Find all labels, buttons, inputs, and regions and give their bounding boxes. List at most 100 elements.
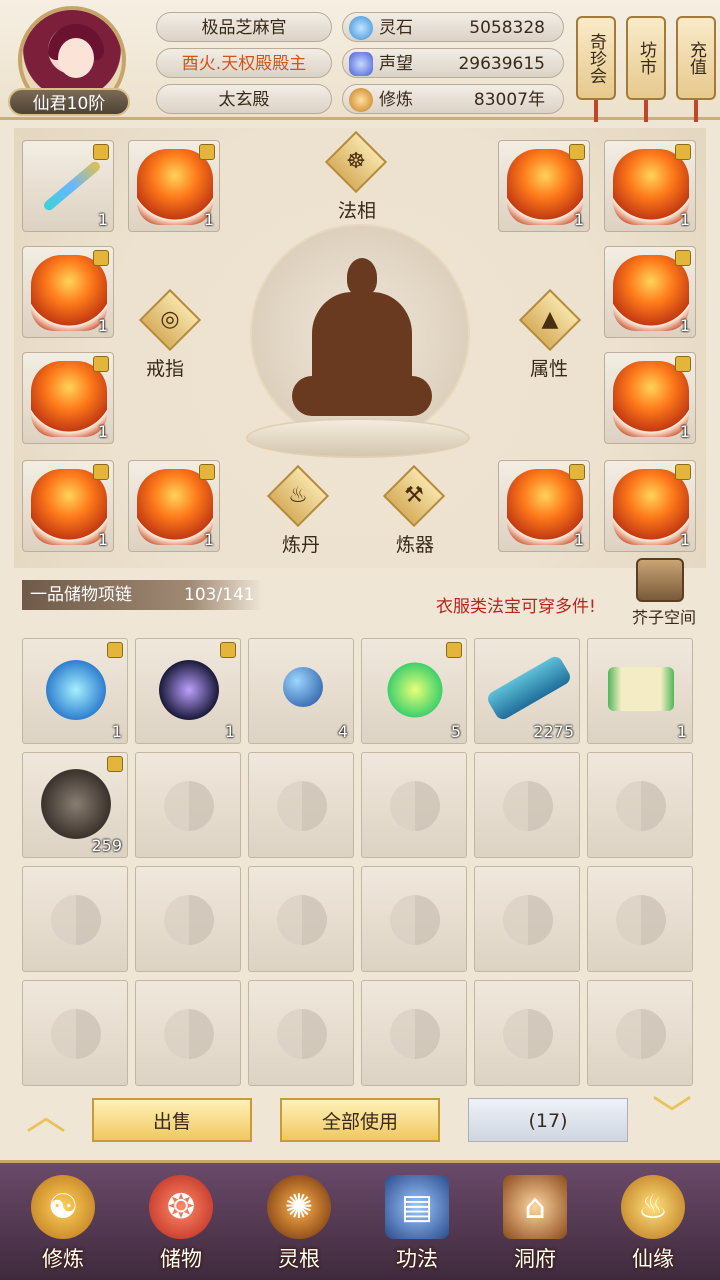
sell-button[interactable]: 出售 — [92, 1098, 252, 1142]
empty-cell[interactable] — [361, 752, 467, 858]
item-count: 1 — [573, 530, 584, 549]
empty-cell[interactable] — [135, 980, 241, 1086]
empty-cell[interactable] — [474, 866, 580, 972]
robe-icon — [507, 469, 583, 545]
stat-value: 83007年 — [473, 90, 545, 110]
attributes-label: 属性 — [530, 358, 569, 380]
stat-label: 声望 — [379, 54, 413, 74]
avatar-face — [58, 38, 94, 78]
lock-icon — [675, 464, 691, 480]
meditation-silhouette — [292, 258, 432, 428]
equip-slot[interactable]: 1 — [498, 460, 590, 552]
inventory-cell[interactable]: 1 — [22, 638, 128, 744]
page-down-icon[interactable]: ﹀ — [644, 1096, 700, 1136]
lock-icon — [675, 356, 691, 372]
empty-cell[interactable] — [361, 980, 467, 1086]
empty-cell[interactable] — [22, 980, 128, 1086]
inventory-cell[interactable]: 5 — [361, 638, 467, 744]
empty-cell[interactable] — [474, 980, 580, 1086]
yin-yang-icon — [390, 781, 440, 831]
inventory-cell[interactable]: 1 — [587, 638, 693, 744]
dharma-form-button[interactable]: ☸ — [324, 130, 388, 194]
equip-slot[interactable]: 1 — [498, 140, 590, 232]
item-count: 1 — [679, 422, 690, 441]
recharge-button[interactable]: 充值 — [676, 16, 716, 100]
lock-icon — [675, 144, 691, 160]
nav-techniques[interactable]: ▤ 功法 — [362, 1171, 472, 1279]
top-bar: 仙君10阶 极品芝麻官 酉火.天权殿殿主 太玄殿 灵石 5058328 声望 2… — [0, 0, 720, 122]
equip-slot[interactable]: 1 — [22, 460, 114, 552]
empty-cell[interactable] — [248, 752, 354, 858]
item-count: 1 — [679, 530, 690, 549]
attributes-button[interactable]: ▲ — [518, 288, 582, 352]
yin-yang-icon — [390, 1009, 440, 1059]
forge-button[interactable]: ⚒ — [382, 464, 446, 528]
nav-destiny[interactable]: ♨ 仙缘 — [598, 1171, 708, 1279]
empty-cell[interactable] — [248, 980, 354, 1086]
shop-treasure-button[interactable]: 奇珍会 — [576, 16, 616, 100]
yin-yang-icon — [164, 1009, 214, 1059]
ring-button[interactable]: ◎ — [138, 288, 202, 352]
ore-icon — [41, 769, 111, 839]
robe-icon — [31, 469, 107, 545]
empty-cell[interactable] — [361, 866, 467, 972]
equip-slot-weapon[interactable]: 1 — [22, 140, 114, 232]
item-count: 1 — [679, 210, 690, 229]
lock-icon — [93, 144, 109, 160]
empty-cell[interactable] — [587, 866, 693, 972]
page-up-icon[interactable]: ︿ — [18, 1096, 74, 1136]
alchemy-button[interactable]: ♨ — [266, 464, 330, 528]
stat-label: 灵石 — [379, 18, 413, 38]
item-count: 1 — [97, 530, 108, 549]
nav-spirit-root[interactable]: ✺ 灵根 — [244, 1171, 354, 1279]
inventory-cell[interactable]: 4 — [248, 638, 354, 744]
lock-icon — [93, 356, 109, 372]
shop-market-button[interactable]: 坊市 — [626, 16, 666, 100]
inventory-cell[interactable]: 259 — [22, 752, 128, 858]
title-3[interactable]: 太玄殿 — [156, 84, 332, 114]
equip-slot[interactable]: 1 — [604, 140, 696, 232]
item-count: 1 — [203, 210, 214, 229]
rank-badge: 仙君10阶 — [8, 88, 130, 116]
nav-label: 洞府 — [514, 1247, 556, 1271]
inventory-cell[interactable]: 2275 — [474, 638, 580, 744]
spirit-beast-icon — [41, 655, 111, 725]
yin-yang-icon — [51, 1009, 101, 1059]
empty-cell[interactable] — [135, 752, 241, 858]
item-count: 1 — [676, 722, 687, 741]
nav-cultivation[interactable]: ☯ 修炼 — [8, 1171, 118, 1279]
title-2[interactable]: 酉火.天权殿殿主 — [156, 48, 332, 78]
blue-scroll-icon — [485, 654, 573, 722]
item-count: 1 — [203, 530, 214, 549]
stat-value: 29639615 — [458, 54, 545, 74]
nav-storage[interactable]: ❂ 储物 — [126, 1171, 236, 1279]
equip-slot[interactable]: 1 — [128, 460, 220, 552]
equip-slot[interactable]: 1 — [604, 352, 696, 444]
robe-icon — [137, 149, 213, 225]
use-all-button[interactable]: 全部使用 — [280, 1098, 440, 1142]
robe-icon — [31, 361, 107, 437]
equipment-panel: 1 1 1 1 1 1 1 1 1 1 1 1 ☸ 法相 ◎ 戒指 ▲ 属性 ♨… — [14, 128, 706, 568]
empty-cell[interactable] — [587, 752, 693, 858]
mustard-space-label[interactable]: 芥子空间 — [632, 604, 696, 628]
dharma-form-label: 法相 — [338, 200, 377, 222]
equip-slot[interactable]: 1 — [22, 352, 114, 444]
equip-slot[interactable]: 1 — [22, 246, 114, 338]
equip-slot[interactable]: 1 — [604, 246, 696, 338]
stat-cultivation: 修炼 83007年 — [342, 84, 564, 114]
empty-cell[interactable] — [22, 866, 128, 972]
title-1[interactable]: 极品芝麻官 — [156, 12, 332, 42]
inventory-cell[interactable]: 1 — [135, 638, 241, 744]
empty-cell[interactable] — [248, 866, 354, 972]
nav-cave-residence[interactable]: ⌂ 洞府 — [480, 1171, 590, 1279]
empty-cell[interactable] — [474, 752, 580, 858]
yin-yang-icon — [164, 895, 214, 945]
empty-cell[interactable] — [135, 866, 241, 972]
pouch-icon: ❂ — [149, 1175, 213, 1239]
empty-cell[interactable] — [587, 980, 693, 1086]
mustard-space-icon[interactable] — [636, 558, 684, 602]
item-count: 259 — [91, 836, 122, 855]
tassel — [694, 100, 698, 122]
equip-slot[interactable]: 1 — [128, 140, 220, 232]
equip-slot[interactable]: 1 — [604, 460, 696, 552]
